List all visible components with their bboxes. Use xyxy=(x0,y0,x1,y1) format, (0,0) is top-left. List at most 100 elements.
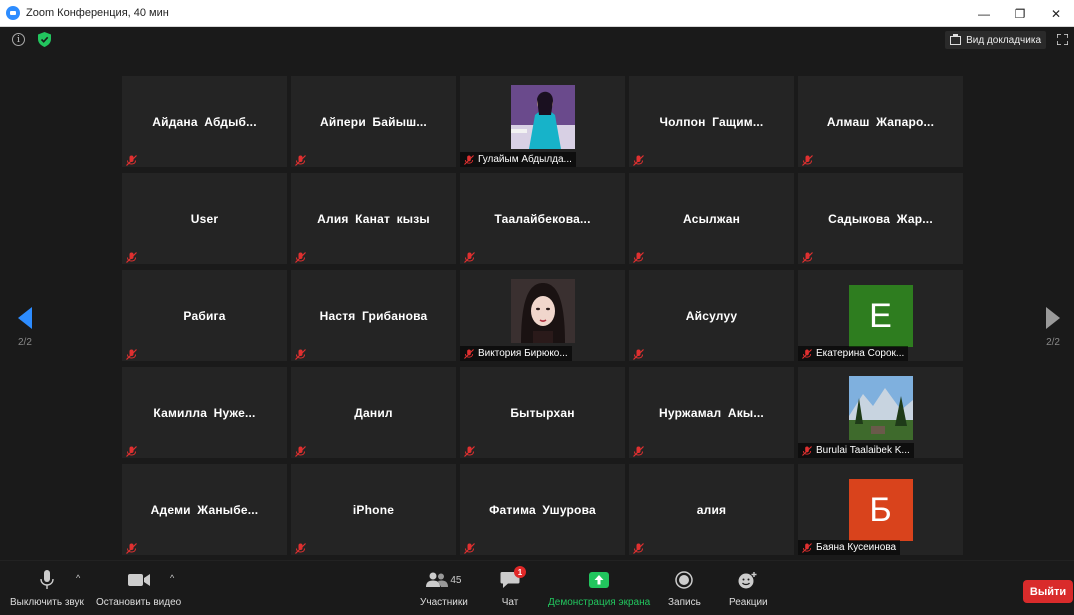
muted-mic-icon xyxy=(802,348,812,359)
restore-button[interactable]: ❐ xyxy=(1002,0,1038,27)
participant-tile[interactable]: Нуржамал Акы... xyxy=(629,367,794,458)
participant-tile[interactable]: Айпери Байыш... xyxy=(291,76,456,167)
share-screen-button[interactable]: Демонстрация экрана xyxy=(548,569,650,608)
info-icon[interactable]: i xyxy=(12,33,25,46)
participant-tile[interactable]: Настя Грибанова xyxy=(291,270,456,361)
participant-name: Настя Грибанова xyxy=(319,308,428,323)
speaker-view-label: Вид докладчика xyxy=(966,34,1041,46)
muted-mic-icon xyxy=(802,250,813,263)
participant-video xyxy=(510,279,575,343)
fullscreen-icon[interactable] xyxy=(1057,34,1068,45)
participant-tile[interactable]: User xyxy=(122,173,287,264)
prev-page-arrow-icon[interactable] xyxy=(18,307,32,329)
participant-avatar: Е xyxy=(848,285,913,347)
muted-mic-icon xyxy=(802,542,812,553)
reactions-button[interactable]: Реакции xyxy=(729,569,768,608)
mute-button[interactable]: Выключить звук xyxy=(10,569,84,608)
next-page-arrow-icon[interactable] xyxy=(1046,307,1060,329)
muted-mic-icon xyxy=(633,347,644,360)
participant-name: Адеми Жаныбе... xyxy=(150,502,259,517)
muted-mic-icon xyxy=(464,444,475,457)
participant-tile[interactable]: Таалайбекова... xyxy=(460,173,625,264)
participant-name: Баяна Кусеинова xyxy=(816,542,897,553)
participant-tile[interactable]: Адеми Жаныбе... xyxy=(122,464,287,555)
meeting-area: i Вид докладчика 2/2 2/2 Айдана Абдыб...… xyxy=(0,27,1074,560)
window-title: Zoom Конференция, 40 мин xyxy=(26,7,169,19)
participant-tile[interactable]: Айсулуу xyxy=(629,270,794,361)
close-button[interactable]: ✕ xyxy=(1038,0,1074,27)
muted-mic-icon xyxy=(633,444,644,457)
leave-meeting-button[interactable]: Выйти xyxy=(1023,580,1073,603)
muted-mic-icon xyxy=(633,250,644,263)
participant-name: Гулайым Абдылда... xyxy=(478,154,572,165)
participants-icon xyxy=(426,572,449,587)
microphone-icon xyxy=(40,570,54,589)
muted-mic-icon xyxy=(464,541,475,554)
participant-tile[interactable]: Бытырхан xyxy=(460,367,625,458)
participant-name-label: Виктория Бирюко... xyxy=(460,346,572,361)
participant-tile[interactable]: алия xyxy=(629,464,794,555)
video-options-caret-icon[interactable]: ^ xyxy=(170,573,174,583)
participant-tile[interactable]: iPhone xyxy=(291,464,456,555)
participant-name: Садыкова Жар... xyxy=(828,211,933,226)
muted-mic-icon xyxy=(126,347,137,360)
participant-name-label: Баяна Кусеинова xyxy=(798,540,901,555)
participant-name: Асылжан xyxy=(682,211,741,226)
share-screen-icon xyxy=(589,572,610,588)
muted-mic-icon xyxy=(802,153,813,166)
record-icon xyxy=(675,571,694,589)
shield-icon[interactable] xyxy=(38,32,51,47)
participant-tile[interactable]: Алмаш Жапаро... xyxy=(798,76,963,167)
speaker-view-icon xyxy=(950,33,962,45)
participants-label: Участники xyxy=(420,597,468,608)
participant-name: Бытырхан xyxy=(510,405,575,420)
record-label: Запись xyxy=(668,597,701,608)
participant-tile[interactable]: Гулайым Абдылда... xyxy=(460,76,625,167)
record-button[interactable]: Запись xyxy=(668,569,701,608)
participant-tile[interactable]: Burulai Taalaibek K... xyxy=(798,367,963,458)
participant-tile[interactable]: Айдана Абдыб... xyxy=(122,76,287,167)
participant-tile[interactable]: Камилла Нуже... xyxy=(122,367,287,458)
participant-tile[interactable]: Виктория Бирюко... xyxy=(460,270,625,361)
participant-tile[interactable]: Е Екатерина Сорок... xyxy=(798,270,963,361)
speaker-view-button[interactable]: Вид докладчика xyxy=(945,31,1046,49)
window-titlebar: Zoom Конференция, 40 мин — ❐ ✕ xyxy=(0,0,1074,27)
chat-button[interactable]: 1 Чат xyxy=(500,566,526,608)
participant-tile[interactable]: Рабига xyxy=(122,270,287,361)
muted-mic-icon xyxy=(295,541,306,554)
participant-name-label: Burulai Taalaibek K... xyxy=(798,443,914,458)
participant-name: iPhone xyxy=(352,502,395,517)
participant-name: Айсулуу xyxy=(685,308,738,323)
muted-mic-icon xyxy=(295,347,306,360)
minimize-button[interactable]: — xyxy=(966,0,1002,27)
audio-options-caret-icon[interactable]: ^ xyxy=(76,573,80,583)
participant-name-label: Екатерина Сорок... xyxy=(798,346,909,361)
participant-name: Алия Канат кызы xyxy=(317,211,430,226)
chat-badge: 1 xyxy=(514,566,526,578)
window-controls: — ❐ ✕ xyxy=(966,0,1074,27)
participant-tile[interactable]: Садыкова Жар... xyxy=(798,173,963,264)
participant-tile[interactable]: Алия Канат кызы xyxy=(291,173,456,264)
participants-button[interactable]: 45 Участники xyxy=(420,569,468,608)
muted-mic-icon xyxy=(464,154,474,165)
participant-name: Камилла Нуже... xyxy=(153,405,256,420)
participant-name: Айдана Абдыб... xyxy=(152,114,257,129)
share-screen-label: Демонстрация экрана xyxy=(548,597,651,608)
participant-tile[interactable]: Асылжан xyxy=(629,173,794,264)
participant-tile[interactable]: Б Баяна Кусеинова xyxy=(798,464,963,555)
muted-mic-icon xyxy=(126,153,137,166)
stop-video-button[interactable]: Остановить видео xyxy=(96,569,181,608)
muted-mic-icon xyxy=(126,250,137,263)
participant-name: Фатима Ушурова xyxy=(489,502,596,517)
participant-name: Екатерина Сорок... xyxy=(816,348,905,359)
participant-name: Чолпон Гащим... xyxy=(659,114,764,129)
participant-tile[interactable]: Фатима Ушурова xyxy=(460,464,625,555)
muted-mic-icon xyxy=(295,444,306,457)
participant-name: Айпери Байыш... xyxy=(320,114,427,129)
reactions-icon xyxy=(738,572,757,589)
meeting-toolbar: Выключить звук ^ Остановить видео ^ 45 У… xyxy=(0,560,1074,615)
participant-name: Таалайбекова... xyxy=(494,211,591,226)
participant-tile[interactable]: Данил xyxy=(291,367,456,458)
participant-tile[interactable]: Чолпон Гащим... xyxy=(629,76,794,167)
participant-name: Нуржамал Акы... xyxy=(659,405,764,420)
